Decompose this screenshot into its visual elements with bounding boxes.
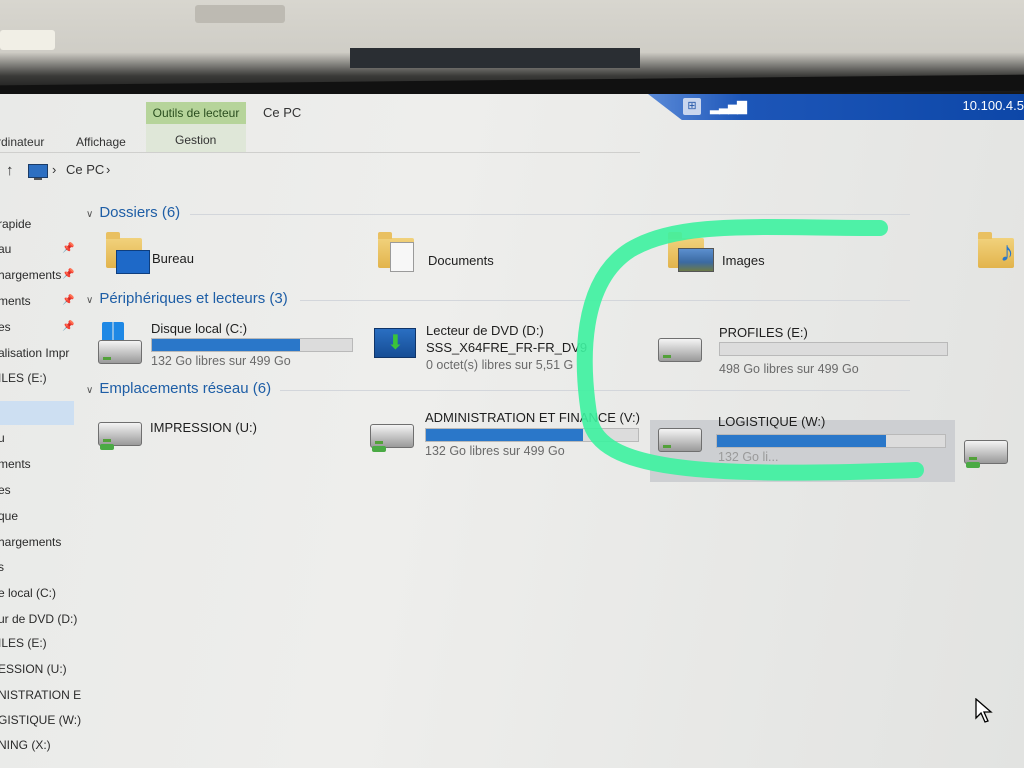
drive-name: IMPRESSION (U:)	[150, 420, 257, 435]
folder-name: Documents	[428, 253, 494, 268]
section-devices-label: Périphériques et lecteurs (3)	[99, 290, 288, 307]
section-folders-label: Dossiers (6)	[99, 204, 181, 221]
network-drive-icon	[98, 422, 142, 446]
section-network[interactable]: ∨ Emplacements réseau (6)	[86, 380, 271, 397]
tab-computer[interactable]: rdinateur	[0, 135, 44, 149]
folder-name: Images	[722, 253, 765, 268]
chevron-down-icon[interactable]: ∨	[86, 295, 93, 306]
drive-free-space: 132 Go libres sur 499 Go	[425, 444, 565, 458]
remote-desktop-bar[interactable]: ⊞ ▂▃▅▇ 10.100.4.5	[648, 94, 1024, 120]
ceiling-lamp	[0, 30, 55, 50]
breadcrumb-separator[interactable]: ›	[52, 162, 56, 177]
section-divider	[300, 300, 910, 301]
pin-icon: 📌	[62, 243, 75, 254]
section-devices[interactable]: ∨ Périphériques et lecteurs (3)	[86, 290, 288, 307]
drive-free-space: 132 Go li...	[718, 450, 779, 464]
nav-item[interactable]: que	[0, 509, 18, 523]
nav-item[interactable]: ments	[0, 294, 31, 308]
nav-item[interactable]: alisation Impr	[0, 346, 69, 360]
drive-usage-bar	[719, 342, 948, 356]
nav-item[interactable]: GISTIQUE (W:)	[0, 713, 81, 727]
section-divider	[280, 390, 910, 391]
nav-item[interactable]: s	[0, 560, 4, 574]
section-network-label: Emplacements réseau (6)	[99, 380, 272, 397]
ceiling-vent	[195, 5, 285, 23]
nav-item[interactable]: ur de DVD (D:)	[0, 612, 77, 626]
this-pc-icon	[28, 164, 48, 180]
pin-icon: 📌	[62, 269, 75, 280]
drive-name: PROFILES (E:)	[719, 325, 808, 340]
document-icon	[390, 242, 414, 272]
pin-icon: 📌	[62, 321, 75, 332]
nav-item[interactable]: es	[0, 483, 11, 497]
file-explorer-window: ⊞ ▂▃▅▇ 10.100.4.5 Outils de lecteur Ce P…	[0, 94, 1024, 768]
network-drive-icon	[370, 424, 414, 448]
tab-drive-tools[interactable]: Outils de lecteur	[146, 102, 246, 124]
nav-item[interactable]: au	[0, 242, 11, 256]
drive-free-space: 498 Go libres sur 499 Go	[719, 362, 859, 376]
ribbon: Outils de lecteur Ce PC rdinateur Affich…	[0, 94, 640, 153]
breadcrumb-separator[interactable]: ›	[106, 162, 110, 177]
drive-free-space: 132 Go libres sur 499 Go	[151, 354, 291, 368]
network-cable-icon	[100, 444, 114, 450]
music-note-icon: ♪	[1000, 236, 1014, 267]
chevron-down-icon[interactable]: ∨	[86, 385, 93, 396]
address-bar[interactable]: ↑ › Ce PC ›	[0, 156, 640, 186]
nav-item[interactable]: ILES (E:)	[0, 636, 47, 650]
nav-item[interactable]: ILES (E:)	[0, 371, 47, 385]
desktop-icon	[116, 250, 150, 274]
network-cable-icon	[966, 462, 980, 468]
up-arrow-icon[interactable]: ↑	[6, 162, 14, 179]
nav-item[interactable]: es	[0, 320, 11, 334]
drive-icon	[658, 338, 702, 362]
content-pane: ∨ Dossiers (6) Bureau Documents Images ♪ …	[80, 204, 1024, 768]
drive-usage-fill	[152, 339, 300, 351]
remote-host: 10.100.4.5	[962, 98, 1024, 113]
drive-usage-bar	[716, 434, 946, 448]
breadcrumb-this-pc[interactable]: Ce PC	[66, 162, 104, 177]
windows-drive-icon	[98, 322, 142, 364]
drive-free-space: 0 octet(s) libres sur 5,51 G	[426, 358, 574, 372]
drive-name: Disque local (C:)	[151, 321, 248, 336]
nav-selection	[0, 401, 74, 425]
drive-usage-fill	[426, 429, 583, 441]
folder-name: Bureau	[152, 251, 194, 266]
dvd-drive-icon: ⬇	[374, 328, 416, 358]
nav-item[interactable]: hargements	[0, 535, 61, 549]
section-folders[interactable]: ∨ Dossiers (6)	[86, 204, 180, 221]
nav-item[interactable]: ments	[0, 457, 31, 471]
section-divider	[190, 214, 910, 215]
window-title: Ce PC	[263, 105, 302, 120]
navigation-pane: rapide au 📌 hargements 📌 ments 📌 es 📌 al…	[0, 204, 81, 768]
nav-item[interactable]: e local (C:)	[0, 586, 56, 600]
drive-name: Lecteur de DVD (D:)	[426, 323, 544, 338]
chevron-down-icon[interactable]: ∨	[86, 209, 93, 220]
ribbon-divider	[0, 152, 640, 153]
network-drive-icon	[658, 428, 702, 452]
pin-icon: 📌	[62, 295, 75, 306]
drive-usage-bar	[151, 338, 353, 352]
tab-view[interactable]: Affichage	[76, 135, 126, 149]
network-cable-icon	[372, 446, 386, 452]
pin-icon[interactable]: ⊞	[683, 98, 701, 115]
window-strip	[350, 48, 640, 68]
drive-name: LOGISTIQUE (W:)	[718, 414, 826, 429]
nav-item[interactable]: NISTRATION E	[0, 688, 81, 702]
drive-usage-bar	[425, 428, 639, 442]
tab-manage[interactable]: Gestion	[175, 133, 216, 147]
image-icon	[678, 248, 714, 272]
nav-item[interactable]: u	[0, 431, 5, 445]
nav-item[interactable]: NING (X:)	[0, 738, 51, 752]
drive-usage-fill	[717, 435, 886, 447]
signal-icon: ▂▃▅▇	[710, 99, 747, 114]
drive-name: ADMINISTRATION ET FINANCE (V:)	[425, 410, 640, 425]
drive-label: SSS_X64FRE_FR-FR_DV9	[426, 340, 588, 355]
nav-item[interactable]: hargements	[0, 268, 61, 282]
nav-item[interactable]: ESSION (U:)	[0, 662, 67, 676]
nav-item[interactable]: rapide	[0, 217, 31, 231]
network-drive-icon	[964, 440, 1008, 464]
